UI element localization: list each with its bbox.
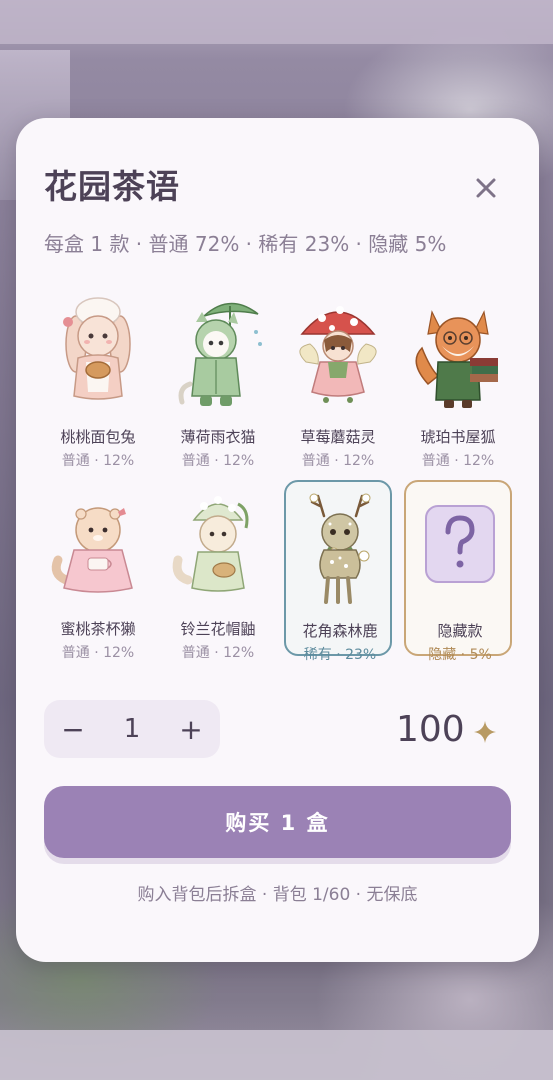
background-header <box>0 0 553 44</box>
item-name: 桃桃面包兔 <box>60 428 136 446</box>
teacup-otter-icon <box>51 507 133 593</box>
bookshop-fox-icon <box>415 310 498 408</box>
raincoat-cat-icon <box>178 302 262 406</box>
question-mark-icon <box>425 505 495 583</box>
item-name: 薄荷雨衣猫 <box>180 428 256 446</box>
item-rate: 普通 · 12% <box>181 453 255 469</box>
quantity-value: 1 <box>123 714 141 744</box>
increase-button[interactable]: + <box>162 700 220 758</box>
item-name: 隐藏款 <box>437 622 483 640</box>
item-card[interactable]: 蜜桃茶杯獭 普通 · 12% <box>44 480 152 661</box>
item-name: 草莓蘑菇灵 <box>300 428 376 446</box>
item-card[interactable]: 铃兰花帽鼬 普通 · 12% <box>164 480 272 661</box>
item-card[interactable]: 琥珀书屋狐 普通 · 12% <box>404 288 512 469</box>
item-name: 花角森林鹿 <box>302 622 378 640</box>
close-icon <box>476 178 496 198</box>
item-card[interactable]: 桃桃面包兔 普通 · 12% <box>44 288 152 469</box>
item-name: 琥珀书屋狐 <box>420 428 496 446</box>
buy-button[interactable]: 购买 1 盒 <box>44 786 511 858</box>
item-card[interactable]: 薄荷雨衣猫 普通 · 12% <box>164 288 272 469</box>
flower-antler-deer-icon <box>309 493 371 604</box>
price-amount: 100 <box>396 708 465 750</box>
footer-note: 购入背包后拆盒 · 背包 1/60 · 无保底 <box>137 885 418 905</box>
item-rate: 普通 · 12% <box>181 645 255 661</box>
blind-box-dialog: 花园茶语 每盒 1 款 · 普通 72% · 稀有 23% · 隐藏 5% 桃桃… <box>16 118 539 962</box>
decrease-button[interactable]: − <box>44 700 102 758</box>
background-footer <box>0 1030 553 1080</box>
mushroom-fairy-icon <box>299 306 377 403</box>
dialog-title: 花园茶语 <box>44 167 180 206</box>
bunny-baker-icon <box>63 297 131 400</box>
item-rate: 隐藏 · 5% <box>428 647 492 663</box>
odds-summary: 每盒 1 款 · 普通 72% · 稀有 23% · 隐藏 5% <box>44 232 447 256</box>
item-card-hidden[interactable]: 隐藏款 隐藏 · 5% <box>404 480 512 663</box>
item-rate: 普通 · 12% <box>61 453 135 469</box>
sparkle-star-icon <box>473 721 496 743</box>
item-rate: 普通 · 12% <box>301 453 375 469</box>
lily-hat-weasel-icon <box>172 496 249 592</box>
item-card[interactable]: 草莓蘑菇灵 普通 · 12% <box>284 288 392 469</box>
item-name: 铃兰花帽鼬 <box>180 620 256 638</box>
item-rate: 普通 · 12% <box>421 453 495 469</box>
item-rate: 普通 · 12% <box>61 645 135 661</box>
price-display: 100 <box>396 706 497 752</box>
item-card-rare[interactable]: 花角森林鹿 稀有 · 23% <box>284 480 392 663</box>
close-button[interactable] <box>468 170 504 206</box>
item-name: 蜜桃茶杯獭 <box>60 620 136 638</box>
item-rate: 稀有 · 23% <box>303 647 377 663</box>
quantity-stepper: − 1 + <box>44 700 220 758</box>
